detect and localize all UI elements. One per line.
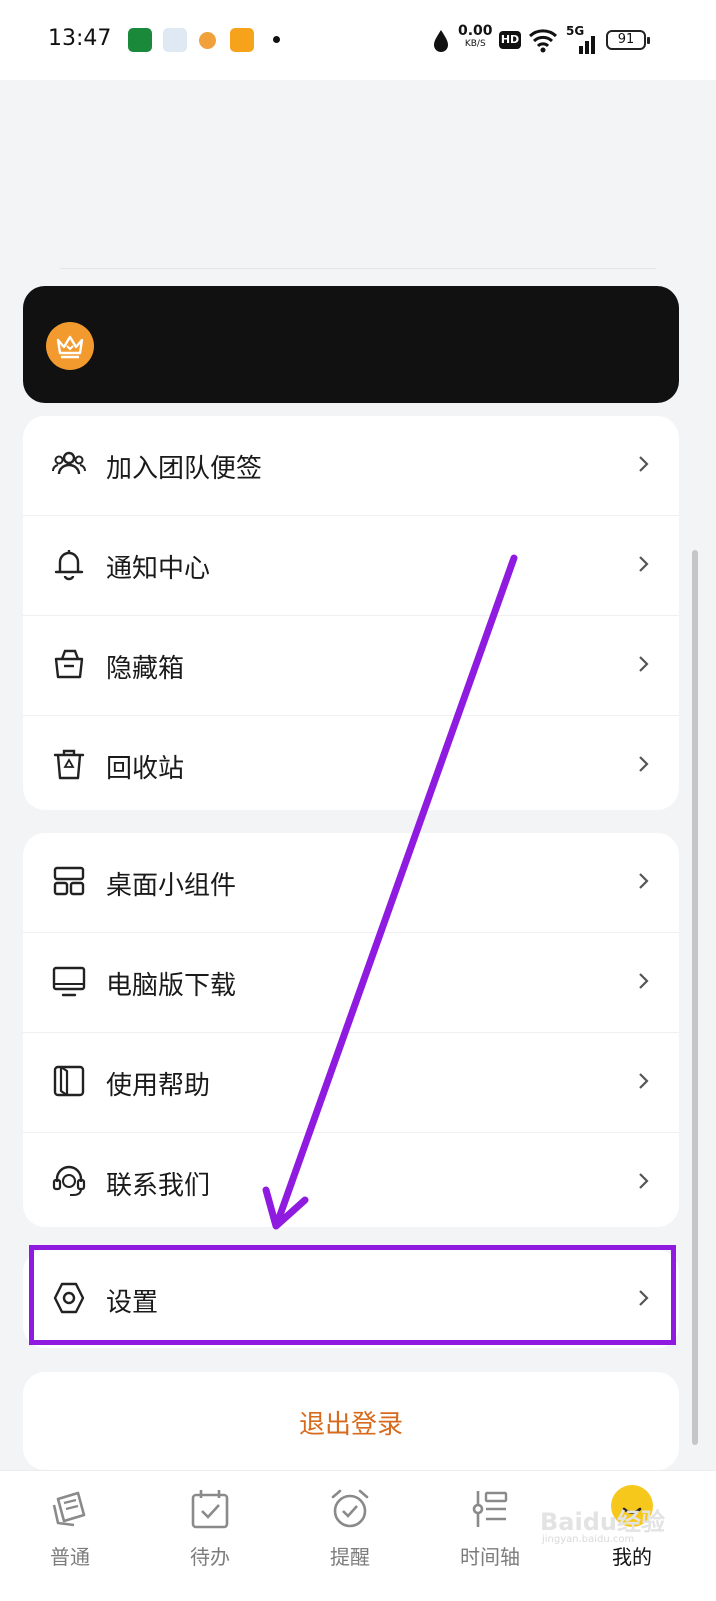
chevron-right-icon (639, 1073, 649, 1089)
todo-calendar-icon (191, 1490, 229, 1529)
tab-label: 普通 (50, 1545, 90, 1569)
chevron-right-icon (639, 973, 649, 989)
timeline-icon (472, 1491, 508, 1527)
vip-banner[interactable] (23, 286, 679, 403)
signal-icon: 5G (566, 24, 600, 56)
status-time: 13:47 (48, 26, 112, 51)
scrollbar[interactable] (692, 550, 698, 1445)
logout-label: 退出登录 (298, 1410, 403, 1440)
menu-item-label: 联系我们 (106, 1171, 211, 1201)
book-icon (53, 1065, 85, 1097)
status-bar: 13:47 0.00 KB/S HD 5G 91 (0, 0, 716, 80)
note-icon (52, 1491, 86, 1527)
menu-item-label: 桌面小组件 (106, 871, 237, 901)
menu-item-label: 回收站 (106, 754, 185, 784)
menu-item-label: 电脑版下载 (106, 971, 237, 1001)
chevron-right-icon (639, 873, 649, 889)
network-speed: 0.00 KB/S (458, 23, 493, 49)
logout-button[interactable]: 退出登录 (23, 1372, 679, 1470)
oppo-app-icon (128, 28, 152, 52)
desktop-icon (52, 966, 86, 997)
wifi-icon (528, 29, 558, 53)
menu-item-hidden-box[interactable]: 隐藏箱 (23, 615, 679, 715)
menu-item-recycle-bin[interactable]: 回收站 (23, 715, 679, 810)
tab-todo[interactable]: 待办 (160, 1481, 260, 1591)
widget-icon (53, 866, 85, 896)
chevron-right-icon (639, 656, 649, 672)
menu-item-contact-us[interactable]: 联系我们 (23, 1132, 679, 1227)
tab-label: 待办 (190, 1545, 230, 1569)
menu-item-label: 加入团队便签 (106, 454, 263, 484)
menu-item-label: 隐藏箱 (106, 654, 185, 684)
menu-card-primary: 加入团队便签 通知中心 隐藏箱 回收站 (23, 416, 679, 810)
video-player-app-icon (230, 28, 254, 52)
tab-label: 时间轴 (460, 1545, 520, 1569)
tab-timeline[interactable]: 时间轴 (440, 1481, 540, 1591)
recycle-bin-icon (53, 749, 85, 780)
headset-icon (52, 1165, 86, 1196)
orange-app-icon (199, 32, 216, 49)
tab-normal[interactable]: 普通 (20, 1481, 120, 1591)
hd-badge: HD (499, 31, 521, 49)
chevron-right-icon (639, 556, 649, 572)
crown-icon (46, 322, 94, 370)
menu-item-join-team-notes[interactable]: 加入团队便签 (23, 416, 679, 515)
notification-dot (273, 36, 280, 43)
chevron-right-icon (639, 756, 649, 772)
water-drop-icon (434, 30, 448, 52)
menu-item-desktop-widget[interactable]: 桌面小组件 (23, 833, 679, 932)
chevron-right-icon (639, 1173, 649, 1189)
divider (60, 268, 656, 269)
bell-icon (54, 550, 84, 581)
highlight-annotation-box (29, 1245, 676, 1345)
menu-item-notification-center[interactable]: 通知中心 (23, 515, 679, 615)
battery-icon: 91 (606, 30, 650, 50)
chevron-right-icon (639, 456, 649, 472)
menu-item-label: 通知中心 (106, 554, 211, 584)
hidden-box-icon (54, 649, 84, 679)
alarm-clock-icon (331, 1489, 369, 1528)
menu-item-help[interactable]: 使用帮助 (23, 1032, 679, 1132)
menu-item-label: 使用帮助 (106, 1071, 211, 1101)
team-icon (51, 451, 87, 475)
sailboat-app-icon (163, 28, 187, 52)
menu-card-secondary: 桌面小组件 电脑版下载 使用帮助 联系我们 (23, 833, 679, 1227)
menu-item-pc-download[interactable]: 电脑版下载 (23, 932, 679, 1032)
tab-label: 提醒 (330, 1545, 370, 1569)
watermark: Baidu经验 jingyan.baidu.com (540, 1508, 665, 1545)
tab-reminder[interactable]: 提醒 (300, 1481, 400, 1591)
